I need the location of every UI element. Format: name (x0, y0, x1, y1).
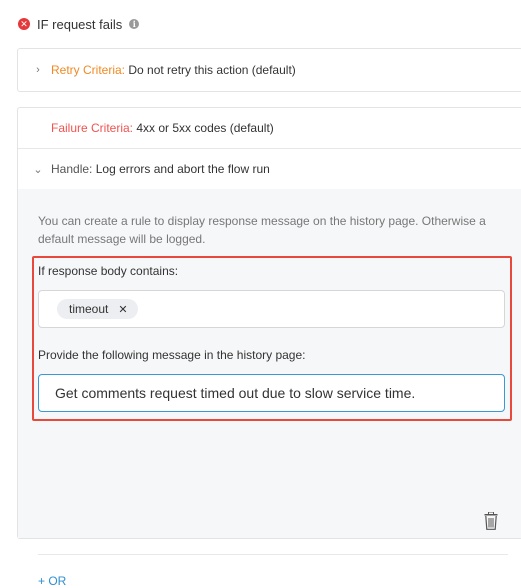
divider (38, 554, 508, 555)
handle-row[interactable]: ⌄ Handle: Log errors and abort the flow … (18, 159, 521, 179)
failure-criteria-row: Failure Criteria: 4xx or 5xx codes (defa… (18, 118, 521, 138)
history-message-input[interactable] (38, 374, 505, 412)
failure-criteria-value: 4xx or 5xx codes (default) (136, 121, 274, 135)
handle-label: Handle: (51, 162, 93, 176)
retry-criteria-value: Do not retry this action (default) (128, 63, 296, 77)
chevron-down-icon[interactable]: ⌄ (33, 163, 43, 176)
section-header: ✕ IF request fails i (18, 14, 140, 34)
retry-criteria-card: › Retry Criteria: Do not retry this acti… (17, 48, 521, 92)
trash-icon[interactable] (484, 512, 498, 530)
tag-chip: timeout ✕ (57, 299, 138, 319)
error-circle-icon: ✕ (18, 18, 30, 30)
response-body-label: If response body contains: (38, 264, 179, 278)
add-or-button[interactable]: + OR (38, 574, 66, 588)
response-body-tag-input[interactable]: timeout ✕ (38, 290, 505, 328)
info-icon[interactable]: i (129, 19, 140, 29)
chevron-right-icon[interactable]: › (33, 64, 43, 76)
handle-rules-panel: You can create a rule to display respons… (18, 189, 521, 588)
failure-handling-card: Failure Criteria: 4xx or 5xx codes (defa… (17, 107, 521, 588)
failure-criteria-label: Failure Criteria: (51, 121, 134, 135)
retry-criteria-row[interactable]: › Retry Criteria: Do not retry this acti… (18, 60, 521, 80)
close-icon[interactable]: ✕ (118, 303, 127, 316)
helper-text: You can create a rule to display respons… (38, 214, 486, 246)
message-label: Provide the following message in the his… (38, 348, 306, 362)
divider (18, 148, 521, 149)
handle-value: Log errors and abort the flow run (95, 162, 270, 176)
tag-chip-label: timeout (69, 302, 109, 316)
section-title: IF request fails (37, 16, 123, 32)
retry-criteria-label: Retry Criteria: (51, 63, 126, 77)
